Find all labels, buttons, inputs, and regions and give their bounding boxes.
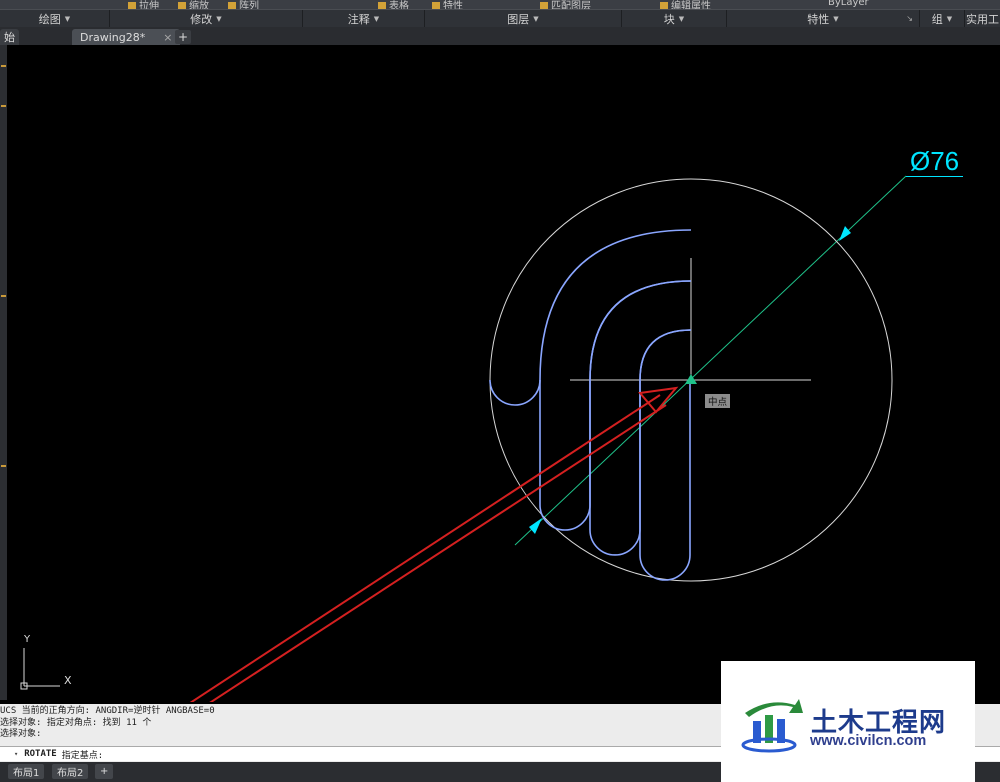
watermark-logo	[741, 699, 803, 753]
panel-modify[interactable]: 修改 ▼	[110, 10, 303, 28]
chevron-down-icon: ▼	[946, 15, 953, 23]
tab-layout1[interactable]: 布局1	[8, 764, 45, 779]
tool-marker[interactable]	[1, 295, 6, 297]
chevron-down-icon: ▼	[64, 15, 71, 23]
history-line: UCS 当前的正角方向: ANGDIR=逆时针 ANGBASE=0	[0, 706, 215, 716]
chevron-down-icon: ▼	[373, 15, 380, 23]
tool-marker[interactable]	[1, 105, 6, 107]
watermark: 土木工程网 www.civilcn.com	[721, 661, 975, 782]
ribbon-panel-bar: 绘图 ▼ 修改 ▼ 注释 ▼ 图层 ▼ 块 ▼ 特性 ▼ ↘ 组 ▼ 实用工	[0, 9, 1000, 28]
logo-swoosh	[745, 699, 803, 717]
panel-launcher-icon[interactable]: ↘	[906, 14, 913, 23]
ucs-y-label: Y	[24, 634, 31, 645]
panel-utilities[interactable]: 实用工	[965, 10, 1000, 28]
command-prompt: 指定基点:	[61, 750, 104, 761]
watermark-url: www.civilcn.com	[810, 733, 927, 749]
left-toolbar-strip	[0, 45, 7, 700]
canvas-background	[7, 45, 1000, 702]
add-layout-button[interactable]: +	[95, 764, 114, 779]
dimension-text-underline	[906, 176, 963, 177]
close-icon[interactable]: ×	[163, 31, 172, 44]
dimension-text[interactable]: Ø76	[910, 146, 959, 177]
new-tab-button[interactable]: +	[175, 30, 191, 44]
panel-groups[interactable]: 组 ▼	[920, 10, 965, 28]
command-menu-icon[interactable]: ▾	[14, 750, 18, 758]
drawing-canvas[interactable]	[7, 45, 1000, 702]
tab-layout2[interactable]: 布局2	[52, 764, 89, 779]
history-line: 选择对象:	[0, 729, 42, 739]
tab-start[interactable]: 始	[0, 29, 19, 45]
snap-tooltip: 中点	[705, 394, 731, 408]
panel-layers[interactable]: 图层 ▼	[425, 10, 622, 28]
panel-annotation[interactable]: 注释 ▼	[303, 10, 425, 28]
tool-marker[interactable]	[1, 465, 6, 467]
ucs-x-label: X	[64, 674, 72, 687]
chevron-down-icon: ▼	[216, 15, 222, 23]
panel-properties[interactable]: 特性 ▼ ↘	[727, 10, 920, 28]
chevron-down-icon: ▼	[533, 15, 539, 23]
tab-drawing28[interactable]: Drawing28* ×	[72, 29, 181, 45]
history-line: 选择对象: 指定对角点: 找到 11 个	[0, 717, 152, 728]
panel-draw[interactable]: 绘图 ▼	[0, 10, 110, 28]
file-tab-bar: 始 Drawing28* × +	[0, 27, 1000, 46]
tool-marker[interactable]	[1, 65, 6, 67]
current-command: ROTATE	[24, 749, 57, 759]
chevron-down-icon: ▼	[833, 15, 839, 23]
chevron-down-icon: ▼	[678, 15, 685, 23]
panel-block[interactable]: 块 ▼	[622, 10, 727, 28]
color-dropdown[interactable]: ByLayer	[828, 0, 869, 8]
command-history: UCS 当前的正角方向: ANGDIR=逆时针 ANGBASE=0 选择对象: …	[0, 706, 215, 741]
